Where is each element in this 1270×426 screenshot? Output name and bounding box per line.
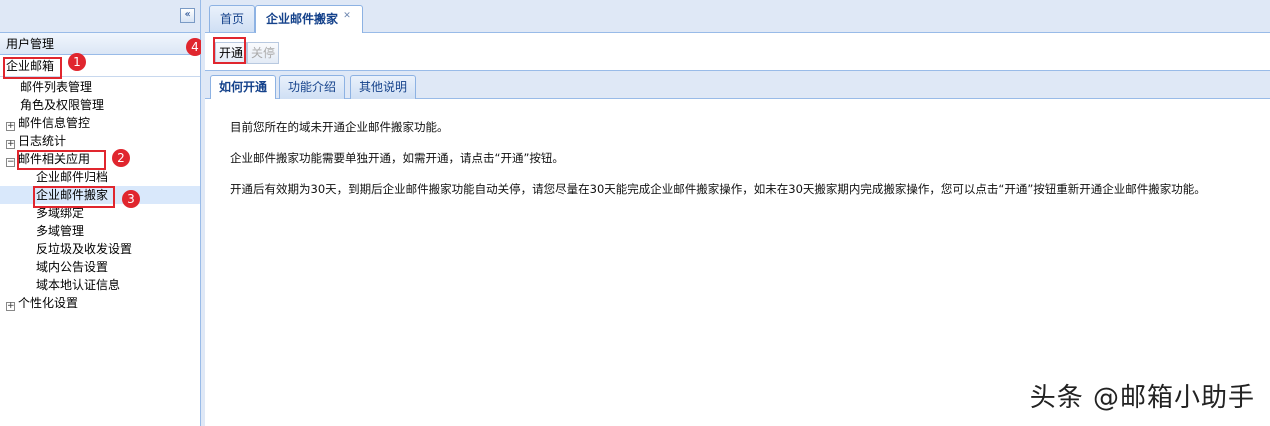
- tree-item-archive[interactable]: 企业邮件归档: [0, 168, 200, 186]
- sidebar: « 用户管理 企业邮箱 邮件列表管理 角色及权限管理 + 邮件信息管控 + 日志统计…: [0, 0, 204, 426]
- expand-plus-icon[interactable]: +: [6, 122, 15, 131]
- tree-item-label: 邮件信息管控: [18, 116, 91, 130]
- tree-item-personal[interactable]: + 个性化设置: [0, 294, 200, 312]
- annotation-badge-2: 2: [112, 149, 130, 167]
- tree-item-local-auth[interactable]: 域本地认证信息: [0, 276, 200, 294]
- tree-item-mail-list[interactable]: 邮件列表管理: [0, 78, 200, 96]
- expand-plus-icon[interactable]: +: [6, 140, 15, 149]
- close-tab-icon[interactable]: ✕: [342, 12, 352, 22]
- tree-item-label: 日志统计: [18, 134, 67, 148]
- main-panel: 首页 企业邮件搬家 ✕ 开通 关停 如何开通 功能介绍 其他说明 目前您所在的域未…: [205, 0, 1270, 426]
- tree-item-roles[interactable]: 角色及权限管理: [0, 96, 200, 114]
- collapse-sidebar-icon[interactable]: «: [180, 8, 195, 23]
- tab-how-to-open[interactable]: 如何开通: [210, 75, 277, 99]
- annotation-box-4: [213, 37, 246, 64]
- expand-plus-icon[interactable]: +: [6, 302, 15, 311]
- toolbar: 开通 关停: [205, 33, 1270, 71]
- watermark: 头条 @邮箱小助手: [1029, 383, 1255, 413]
- tab-migration[interactable]: 企业邮件搬家 ✕: [255, 5, 364, 33]
- sidebar-header: «: [0, 0, 200, 33]
- tree-item-log-stats[interactable]: + 日志统计: [0, 132, 200, 150]
- tree-item-announce[interactable]: 域内公告设置: [0, 258, 200, 276]
- info-line-2: 企业邮件搬家功能需要单独开通，如需开通，请点击“开通”按钮。: [230, 151, 564, 165]
- sub-tab-strip: 如何开通 功能介绍 其他说明: [205, 71, 1270, 99]
- info-line-1: 目前您所在的域未开通企业邮件搬家功能。: [230, 120, 449, 134]
- tab-home[interactable]: 首页: [209, 5, 256, 32]
- tab-migration-label: 企业邮件搬家: [266, 12, 339, 26]
- tree-item-mail-info[interactable]: + 邮件信息管控: [0, 114, 200, 132]
- annotation-badge-3: 3: [122, 190, 140, 208]
- tab-other-notes[interactable]: 其他说明: [350, 75, 417, 99]
- tree-item-label: 个性化设置: [18, 296, 79, 310]
- accordion-user-management[interactable]: 用户管理: [0, 33, 200, 55]
- content-area: 目前您所在的域未开通企业邮件搬家功能。 企业邮件搬家功能需要单独开通，如需开通，…: [205, 99, 1270, 232]
- annotation-badge-1: 1: [68, 53, 86, 71]
- info-line-3: 开通后有效期为30天，到期后企业邮件搬家功能自动关停，请您尽量在30天能完成企业…: [230, 182, 1206, 196]
- tab-feature-intro[interactable]: 功能介绍: [279, 75, 346, 99]
- collapse-minus-icon[interactable]: −: [6, 158, 15, 167]
- tree-item-antispam[interactable]: 反垃圾及收发设置: [0, 240, 200, 258]
- annotation-box-1: [3, 57, 62, 79]
- annotation-box-3: [33, 186, 115, 208]
- tab-strip: 首页 企业邮件搬家 ✕: [205, 0, 1270, 33]
- close-service-button[interactable]: 关停: [247, 42, 280, 64]
- annotation-box-2: [17, 150, 106, 170]
- tree-item-multi-manage[interactable]: 多域管理: [0, 222, 200, 240]
